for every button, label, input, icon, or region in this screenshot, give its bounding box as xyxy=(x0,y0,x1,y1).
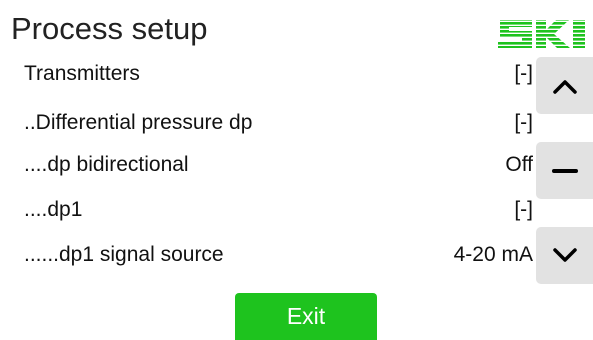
list-item-dp1[interactable]: ....dp1 [-] xyxy=(0,186,533,234)
row-label: ......dp1 signal source xyxy=(24,243,224,266)
row-value: [-] xyxy=(514,111,533,134)
row-value: 4-20 mA xyxy=(453,243,533,266)
toggle-value-button[interactable] xyxy=(536,142,593,199)
row-value: Off xyxy=(505,153,533,176)
list-item-transmitters[interactable]: Transmitters [-] xyxy=(0,50,533,98)
row-label: ....dp bidirectional xyxy=(24,153,189,176)
minus-icon xyxy=(551,167,578,175)
scroll-down-button[interactable] xyxy=(536,227,593,284)
page-title: Process setup xyxy=(11,11,208,46)
list-item-dp1-signal-source[interactable]: ......dp1 signal source 4-20 mA xyxy=(0,231,533,279)
row-label: ..Differential pressure dp xyxy=(24,111,253,134)
chevron-up-icon xyxy=(552,77,578,95)
exit-button[interactable]: Exit xyxy=(235,293,377,340)
ski-logo xyxy=(496,14,593,54)
list-item-differential-pressure[interactable]: ..Differential pressure dp [-] xyxy=(0,99,533,147)
row-value: [-] xyxy=(514,198,533,221)
scroll-up-button[interactable] xyxy=(536,57,593,114)
list-item-dp-bidirectional[interactable]: ....dp bidirectional Off xyxy=(0,141,533,189)
chevron-down-icon xyxy=(552,247,578,265)
row-label: ....dp1 xyxy=(24,198,83,221)
row-value: [-] xyxy=(514,62,533,85)
row-label: Transmitters xyxy=(24,62,140,85)
